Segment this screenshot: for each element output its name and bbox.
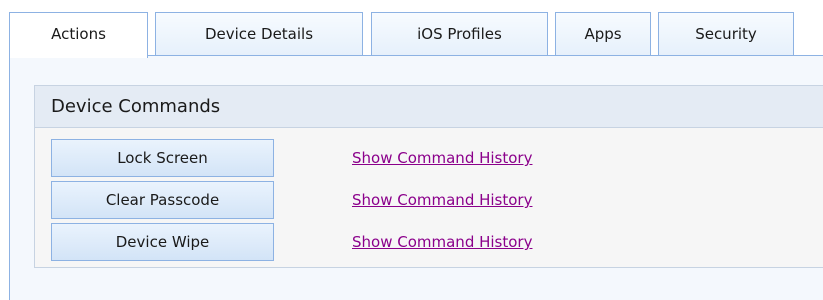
tab-actions[interactable]: Actions: [9, 12, 148, 58]
device-wipe-history-link[interactable]: Show Command History: [352, 223, 532, 261]
device-wipe-button[interactable]: Device Wipe: [51, 223, 274, 261]
tab-ios-profiles[interactable]: iOS Profiles: [371, 12, 548, 56]
lock-screen-history-link[interactable]: Show Command History: [352, 139, 532, 177]
tab-device-details[interactable]: Device Details: [155, 12, 363, 56]
clear-passcode-history-link[interactable]: Show Command History: [352, 181, 532, 219]
device-commands-title: Device Commands: [35, 86, 823, 128]
command-row-device-wipe: Device Wipe Show Command History: [51, 223, 811, 261]
tab-security[interactable]: Security: [658, 12, 794, 56]
clear-passcode-button[interactable]: Clear Passcode: [51, 181, 274, 219]
tab-apps[interactable]: Apps: [555, 12, 651, 56]
device-commands-group: Device Commands Lock Screen Show Command…: [34, 85, 823, 268]
tab-bar: Actions Device Details iOS Profiles Apps…: [9, 12, 823, 58]
command-row-clear-passcode: Clear Passcode Show Command History: [51, 181, 811, 219]
lock-screen-button[interactable]: Lock Screen: [51, 139, 274, 177]
command-row-lock-screen: Lock Screen Show Command History: [51, 139, 811, 177]
